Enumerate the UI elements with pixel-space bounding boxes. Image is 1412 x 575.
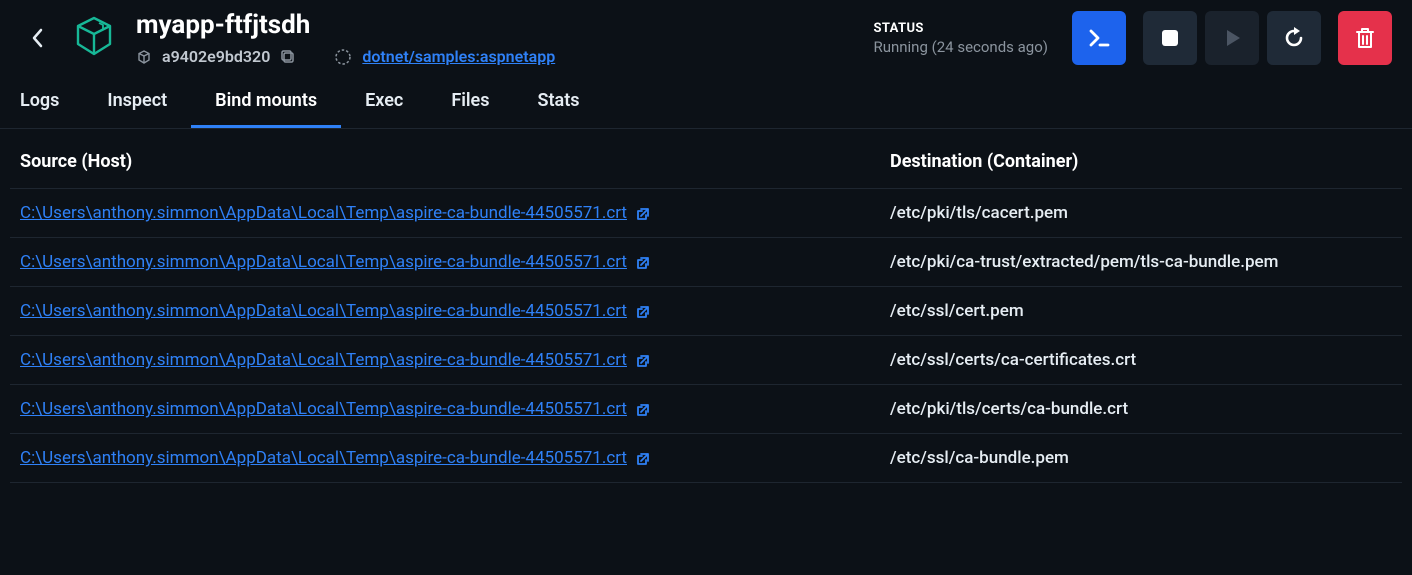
table-row: C:\Users\anthony.simmon\AppData\Local\Te…	[10, 336, 1402, 385]
external-link-icon[interactable]	[635, 451, 651, 467]
source-link[interactable]: C:\Users\anthony.simmon\AppData\Local\Te…	[20, 301, 627, 321]
tab-files[interactable]: Files	[427, 78, 513, 128]
terminal-icon	[1087, 26, 1111, 50]
tab-exec[interactable]: Exec	[341, 78, 427, 128]
exec-button[interactable]	[1072, 11, 1126, 65]
table-row: C:\Users\anthony.simmon\AppData\Local\Te…	[10, 189, 1402, 238]
chevron-left-icon	[31, 28, 45, 48]
tab-inspect[interactable]: Inspect	[83, 78, 191, 128]
restart-icon	[1281, 25, 1307, 51]
source-link[interactable]: C:\Users\anthony.simmon\AppData\Local\Te…	[20, 350, 627, 370]
source-link[interactable]: C:\Users\anthony.simmon\AppData\Local\Te…	[20, 252, 627, 272]
source-cell: C:\Users\anthony.simmon\AppData\Local\Te…	[10, 287, 880, 336]
container-hash: a9402e9bd320	[162, 47, 270, 66]
play-icon	[1221, 27, 1243, 49]
column-header-destination: Destination (Container)	[880, 129, 1402, 189]
restart-button[interactable]	[1267, 11, 1321, 65]
delete-button[interactable]	[1338, 11, 1392, 65]
source-cell: C:\Users\anthony.simmon\AppData\Local\Te…	[10, 434, 880, 483]
source-link[interactable]: C:\Users\anthony.simmon\AppData\Local\Te…	[20, 399, 627, 419]
page-title: myapp-ftfjtsdh	[136, 10, 555, 41]
source-cell: C:\Users\anthony.simmon\AppData\Local\Te…	[10, 238, 880, 287]
table-row: C:\Users\anthony.simmon\AppData\Local\Te…	[10, 238, 1402, 287]
status-value: Running (24 seconds ago)	[873, 38, 1048, 56]
destination-cell: /etc/ssl/cert.pem	[880, 287, 1402, 336]
status-block: STATUS Running (24 seconds ago)	[873, 21, 1048, 56]
external-link-icon[interactable]	[635, 206, 651, 222]
action-buttons	[1072, 11, 1392, 65]
destination-cell: /etc/pki/tls/certs/ca-bundle.crt	[880, 385, 1402, 434]
title-block: myapp-ftfjtsdh a9402e9bd320 dotnet/sampl…	[136, 10, 555, 66]
header: myapp-ftfjtsdh a9402e9bd320 dotnet/sampl…	[0, 0, 1412, 78]
stop-icon	[1159, 27, 1181, 49]
table-row: C:\Users\anthony.simmon\AppData\Local\Te…	[10, 385, 1402, 434]
external-link-icon[interactable]	[635, 402, 651, 418]
table-row: C:\Users\anthony.simmon\AppData\Local\Te…	[10, 287, 1402, 336]
tab-bind-mounts[interactable]: Bind mounts	[191, 78, 341, 128]
bind-mounts-table: Source (Host) Destination (Container) C:…	[10, 129, 1402, 483]
external-link-icon[interactable]	[635, 304, 651, 320]
cube-small-icon	[136, 49, 152, 65]
destination-cell: /etc/pki/tls/cacert.pem	[880, 189, 1402, 238]
table-row: C:\Users\anthony.simmon\AppData\Local\Te…	[10, 434, 1402, 483]
external-link-icon[interactable]	[635, 255, 651, 271]
source-cell: C:\Users\anthony.simmon\AppData\Local\Te…	[10, 385, 880, 434]
destination-cell: /etc/pki/ca-trust/extracted/pem/tls-ca-b…	[880, 238, 1402, 287]
tabs: LogsInspectBind mountsExecFilesStats	[0, 78, 1412, 129]
start-button	[1205, 11, 1259, 65]
source-cell: C:\Users\anthony.simmon\AppData\Local\Te…	[10, 189, 880, 238]
back-button[interactable]	[20, 20, 56, 56]
container-icon	[70, 12, 118, 64]
copy-icon[interactable]	[280, 49, 296, 65]
image-link[interactable]: dotnet/samples:aspnetapp	[362, 47, 555, 66]
destination-cell: /etc/ssl/ca-bundle.pem	[880, 434, 1402, 483]
stop-button[interactable]	[1143, 11, 1197, 65]
tab-stats[interactable]: Stats	[514, 78, 604, 128]
source-link[interactable]: C:\Users\anthony.simmon\AppData\Local\Te…	[20, 448, 627, 468]
source-cell: C:\Users\anthony.simmon\AppData\Local\Te…	[10, 336, 880, 385]
trash-icon	[1354, 26, 1376, 50]
destination-cell: /etc/ssl/certs/ca-certificates.crt	[880, 336, 1402, 385]
tab-logs[interactable]: Logs	[20, 78, 83, 128]
status-label: STATUS	[873, 21, 1048, 36]
external-link-icon[interactable]	[635, 353, 651, 369]
column-header-source: Source (Host)	[10, 129, 880, 189]
image-icon	[334, 48, 352, 66]
source-link[interactable]: C:\Users\anthony.simmon\AppData\Local\Te…	[20, 203, 627, 223]
